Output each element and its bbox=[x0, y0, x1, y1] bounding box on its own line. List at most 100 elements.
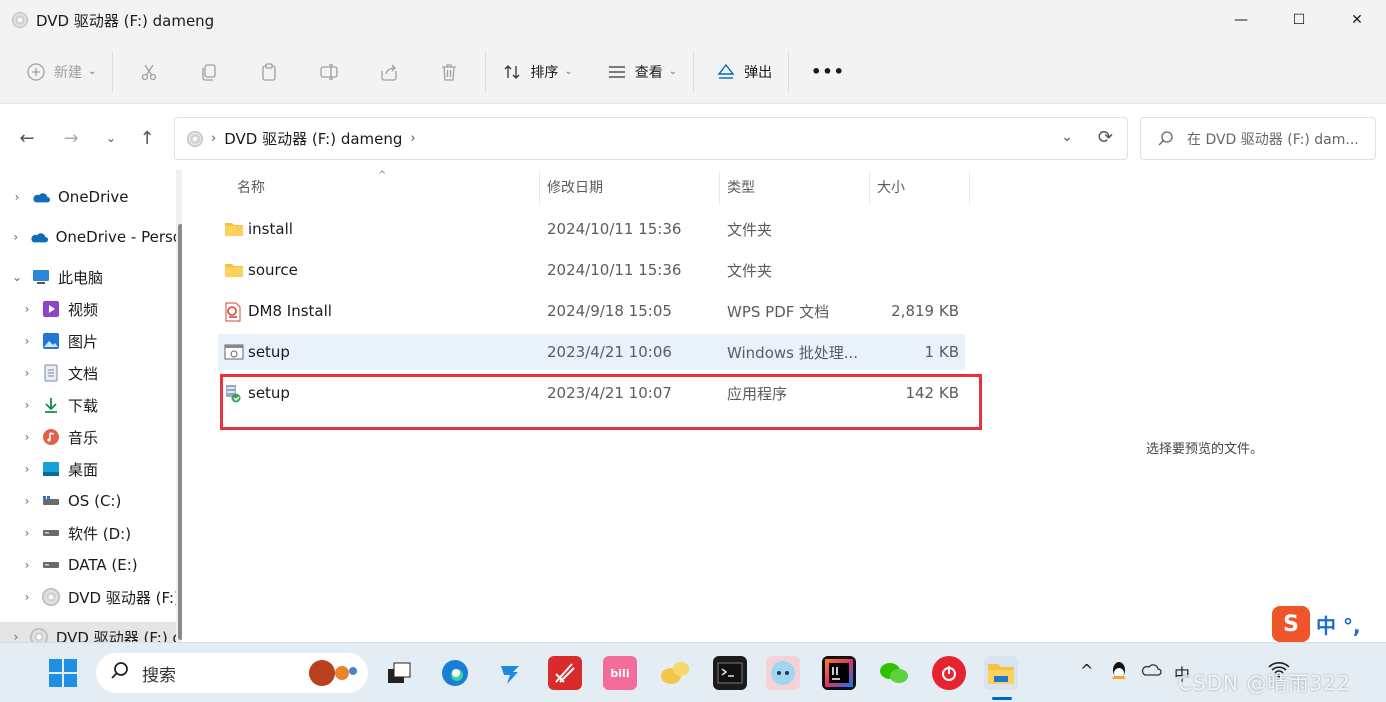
dingtalk-icon[interactable] bbox=[493, 656, 527, 690]
expand-chevron-icon[interactable]: › bbox=[10, 190, 24, 204]
expand-chevron-icon[interactable]: › bbox=[20, 302, 34, 316]
share-button[interactable] bbox=[359, 52, 419, 92]
onedrive-tray-icon[interactable] bbox=[1140, 661, 1162, 680]
back-arrow-icon[interactable]: ← bbox=[14, 125, 40, 151]
expand-chevron-icon[interactable]: › bbox=[20, 494, 34, 508]
sidebar-item-music[interactable]: › 音乐 bbox=[0, 422, 182, 452]
expand-chevron-icon[interactable]: › bbox=[20, 462, 34, 476]
sidebar-item-desktop[interactable]: › 桌面 bbox=[0, 454, 182, 484]
column-divider[interactable] bbox=[719, 172, 720, 204]
netease-music-icon[interactable] bbox=[932, 656, 966, 690]
expand-chevron-icon[interactable]: › bbox=[20, 366, 34, 380]
expand-chevron-icon[interactable]: › bbox=[20, 590, 34, 604]
task-view-icon[interactable] bbox=[382, 656, 416, 690]
expand-chevron-icon[interactable]: › bbox=[20, 430, 34, 444]
toolbar-divider bbox=[112, 51, 114, 92]
view-button[interactable]: 查看 ⌄ bbox=[597, 52, 687, 92]
edge-browser-icon[interactable] bbox=[438, 656, 472, 690]
close-button[interactable]: ✕ bbox=[1328, 0, 1386, 40]
file-row[interactable]: DM8 Install 2024/9/18 15:05 WPS PDF 文档 2… bbox=[218, 293, 965, 329]
refresh-icon[interactable]: ⟳ bbox=[1098, 127, 1113, 148]
sort-button[interactable]: 排序 ⌄ bbox=[492, 52, 582, 92]
address-bar[interactable]: › DVD 驱动器 (F:) dameng › ⌄ ⟳ bbox=[174, 117, 1128, 160]
expand-chevron-icon[interactable]: › bbox=[20, 558, 34, 572]
search-icon bbox=[1157, 130, 1175, 148]
preview-message: 选择要预览的文件。 bbox=[1146, 442, 1264, 457]
paste-button[interactable] bbox=[239, 52, 299, 92]
expand-chevron-icon[interactable]: › bbox=[10, 630, 22, 642]
file-row[interactable]: setup 2023/4/21 10:06 Windows 批处理... 1 K… bbox=[218, 334, 965, 370]
sidebar-item-videos[interactable]: › 视频 bbox=[0, 294, 182, 324]
terminal-icon[interactable] bbox=[713, 656, 747, 690]
taskbar-search[interactable]: 搜索 bbox=[96, 653, 368, 693]
collapse-chevron-icon[interactable]: ⌄ bbox=[10, 270, 24, 284]
intellij-idea-icon[interactable] bbox=[822, 656, 856, 690]
cut-button[interactable] bbox=[119, 52, 179, 92]
expand-chevron-icon[interactable]: › bbox=[10, 230, 22, 244]
sidebar-item-drive-e[interactable]: › DATA (E:) bbox=[0, 550, 182, 580]
sidebar-scrollbar[interactable] bbox=[176, 170, 182, 642]
qq-icon[interactable] bbox=[1110, 661, 1128, 685]
sogou-logo-icon[interactable]: S bbox=[1272, 606, 1310, 642]
file-row[interactable]: install 2024/10/11 15:36 文件夹 bbox=[218, 211, 965, 247]
eject-button[interactable]: 弹出 bbox=[706, 52, 782, 92]
column-header-size[interactable]: 大小 bbox=[877, 170, 905, 204]
sidebar-item-downloads[interactable]: › 下载 bbox=[0, 390, 182, 420]
tray-overflow-chevron-icon[interactable]: ^ bbox=[1080, 661, 1093, 680]
sort-ascending-icon: ^ bbox=[378, 170, 387, 181]
minimize-button[interactable]: — bbox=[1212, 0, 1270, 40]
up-arrow-icon[interactable]: ↑ bbox=[134, 125, 160, 151]
file-date: 2023/4/21 10:06 bbox=[547, 343, 672, 361]
sidebar-item-drive-f-dameng[interactable]: › DVD 驱动器 (F:) d bbox=[0, 622, 182, 642]
ime-toolbar[interactable]: S 中 °, bbox=[1272, 606, 1361, 642]
search-icon bbox=[110, 661, 130, 685]
sidebar-item-onedrive[interactable]: › OneDrive bbox=[0, 182, 182, 212]
expand-chevron-icon[interactable]: › bbox=[20, 526, 34, 540]
peanut-app-icon[interactable] bbox=[658, 656, 692, 690]
anime-avatar-app-icon[interactable] bbox=[766, 656, 800, 690]
forward-arrow-icon[interactable]: → bbox=[58, 125, 84, 151]
search-box[interactable]: 在 DVD 驱动器 (F:) dam... bbox=[1140, 117, 1376, 160]
bilibili-icon[interactable]: bili bbox=[603, 656, 637, 690]
column-header-type[interactable]: 类型 bbox=[727, 170, 755, 204]
breadcrumb-chevron-icon[interactable]: › bbox=[410, 131, 415, 146]
chevron-down-icon: ⌄ bbox=[668, 66, 678, 77]
expand-chevron-icon[interactable]: › bbox=[20, 398, 34, 412]
sidebar-item-pictures[interactable]: › 图片 bbox=[0, 326, 182, 356]
ime-mode[interactable]: 中 °, bbox=[1316, 610, 1361, 639]
file-name: install bbox=[248, 220, 293, 238]
csdn-watermark: CSDN @晴雨322 bbox=[1178, 671, 1351, 695]
start-windows-icon[interactable] bbox=[46, 656, 80, 690]
file-row[interactable]: source 2024/10/11 15:36 文件夹 bbox=[218, 252, 965, 288]
file-date: 2024/10/11 15:36 bbox=[547, 261, 682, 279]
breadcrumb-path[interactable]: DVD 驱动器 (F:) dameng bbox=[224, 128, 402, 149]
maximize-button[interactable]: ☐ bbox=[1270, 0, 1328, 40]
xuexitong-icon[interactable] bbox=[548, 656, 582, 690]
column-header-name[interactable]: 名称 bbox=[237, 170, 265, 204]
more-options-button[interactable]: ••• bbox=[801, 52, 855, 92]
sidebar-item-documents[interactable]: › 文档 bbox=[0, 358, 182, 388]
column-divider[interactable] bbox=[869, 172, 870, 204]
sidebar-item-this-pc[interactable]: ⌄ 此电脑 bbox=[0, 262, 182, 292]
view-label: 查看 bbox=[634, 64, 663, 81]
sidebar-item-drive-c[interactable]: › OS (C:) bbox=[0, 486, 182, 516]
wechat-icon[interactable] bbox=[877, 656, 911, 690]
delete-button[interactable] bbox=[419, 52, 479, 92]
toolbar-divider bbox=[485, 51, 487, 92]
copy-button[interactable] bbox=[179, 52, 239, 92]
rename-button[interactable] bbox=[299, 52, 359, 92]
recent-locations-chevron-icon[interactable]: ⌄ bbox=[98, 125, 124, 151]
sidebar-item-drive-f[interactable]: › DVD 驱动器 (F:) bbox=[0, 582, 182, 612]
sidebar-item-onedrive-personal[interactable]: › OneDrive - Perso bbox=[0, 222, 182, 252]
pdf-icon bbox=[224, 302, 242, 322]
scrollbar-thumb[interactable] bbox=[178, 224, 182, 640]
column-header-date[interactable]: 修改日期 bbox=[547, 170, 603, 204]
column-divider[interactable] bbox=[969, 172, 970, 204]
address-dropdown-chevron-icon[interactable]: ⌄ bbox=[1061, 129, 1073, 145]
sidebar-item-label: DVD 驱动器 (F:) d bbox=[55, 628, 182, 643]
sidebar-item-drive-d[interactable]: › 软件 (D:) bbox=[0, 518, 182, 548]
file-explorer-icon[interactable] bbox=[984, 656, 1018, 690]
column-divider[interactable] bbox=[539, 172, 540, 204]
expand-chevron-icon[interactable]: › bbox=[20, 334, 34, 348]
new-button[interactable]: 新建 ⌄ bbox=[16, 52, 106, 92]
